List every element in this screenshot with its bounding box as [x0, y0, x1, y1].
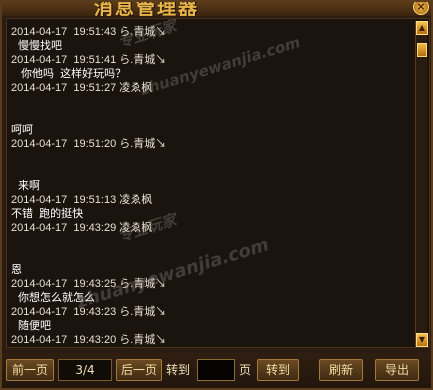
- goto-label: 转到: [166, 363, 191, 377]
- message-header: 2014-04-17 19:51:13 凌ゑ枫: [11, 194, 153, 206]
- message-header: 2014-04-17 19:43:29 凌ゑ枫: [11, 222, 153, 234]
- message-body: [11, 151, 411, 165]
- message-item: 2014-04-17 19:43:29 凌ゑ枫: [11, 221, 411, 249]
- close-icon[interactable]: ×: [413, 2, 429, 15]
- message-item: 呵呵: [11, 109, 411, 137]
- message-item: 2014-04-17 19:43:20 ら.青城↘: [11, 333, 411, 348]
- message-panel: 2014-04-17 19:51:43 ら.青城↘ 慢慢找吧 2014-04-17 …: [6, 18, 430, 348]
- message-item: 2014-04-17 19:51:13 凌ゑ枫 不错 跑的挺快: [11, 193, 411, 221]
- message-body: [11, 95, 411, 109]
- message-header: [11, 249, 411, 263]
- message-header: [11, 109, 411, 123]
- message-body: 不错 跑的挺快: [11, 208, 84, 220]
- message-body: 来啊: [18, 180, 40, 192]
- message-item: 2014-04-17 19:51:43 ら.青城↘ 慢慢找吧: [11, 25, 411, 53]
- message-header: 2014-04-17 19:51:41 ら.青城↘: [11, 54, 167, 66]
- message-header: 2014-04-17 19:51:27 凌ゑ枫: [11, 82, 153, 94]
- message-header: 2014-04-17 19:51:20 ら.青城↘: [11, 138, 167, 150]
- message-item: 恩: [11, 249, 411, 277]
- message-item: 2014-04-17 19:51:41 ら.青城↘ 你他吗 这样好玩吗？: [11, 53, 411, 81]
- message-body: [11, 235, 411, 249]
- goto-button[interactable]: 转到: [257, 359, 299, 381]
- title-bar: 消息管理器 ×: [2, 2, 431, 16]
- message-item: 2014-04-17 19:51:20 ら.青城↘: [11, 137, 411, 165]
- scroll-thumb[interactable]: [417, 43, 427, 57]
- page-indicator: 3/4: [58, 359, 112, 381]
- window-title: 消息管理器: [94, 2, 200, 16]
- message-item: 2014-04-17 19:51:27 凌ゑ枫: [11, 81, 411, 109]
- message-header: 2014-04-17 19:51:43 ら.青城↘: [11, 26, 167, 38]
- scroll-down-icon[interactable]: ▼: [416, 333, 428, 347]
- message-body: 你想怎么就怎么: [18, 292, 95, 304]
- message-body: 随便吧: [18, 320, 51, 332]
- message-item: 来啊: [11, 165, 411, 193]
- message-manager-window: 消息管理器 × 2014-04-17 19:51:43 ら.青城↘ 慢慢找吧 201…: [0, 0, 433, 390]
- export-button[interactable]: 导出: [375, 359, 419, 381]
- message-item: 2014-04-17 19:43:25 ら.青城↘ 你想怎么就怎么: [11, 277, 411, 305]
- message-item: 2014-04-17 19:43:23 ら.青城↘ 随便吧: [11, 305, 411, 333]
- refresh-button[interactable]: 刷新: [319, 359, 363, 381]
- bottom-toolbar: 前一页 3/4 后一页 转到 页 转到 刷新 导出: [2, 353, 431, 388]
- message-header: 2014-04-17 19:43:25 ら.青城↘: [11, 278, 167, 290]
- message-header: 2014-04-17 19:43:20 ら.青城↘: [11, 334, 167, 346]
- message-body: 恩: [11, 264, 22, 276]
- message-list: 2014-04-17 19:51:43 ら.青城↘ 慢慢找吧 2014-04-17 …: [11, 25, 411, 348]
- message-body: 你他吗 这样好玩吗？: [18, 68, 127, 80]
- message-header: 2014-04-17 19:43:23 ら.青城↘: [11, 306, 167, 318]
- message-header: [11, 165, 411, 179]
- message-body: 慢慢找吧: [18, 40, 62, 52]
- page-number-input[interactable]: [197, 359, 235, 381]
- message-body: [11, 347, 411, 348]
- prev-page-button[interactable]: 前一页: [6, 359, 54, 381]
- page-unit-label: 页: [239, 363, 252, 377]
- scroll-up-icon[interactable]: ▲: [416, 21, 428, 35]
- scrollbar[interactable]: ▲ ▼: [415, 21, 428, 347]
- next-page-button[interactable]: 后一页: [116, 359, 162, 381]
- message-body: 呵呵: [11, 124, 33, 136]
